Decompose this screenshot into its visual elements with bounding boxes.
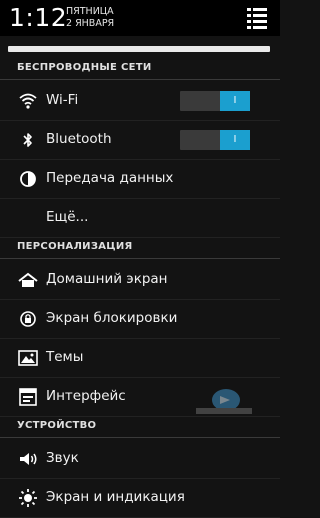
item-label: Передача данных	[46, 170, 174, 186]
lock-icon	[18, 309, 38, 329]
display-icon	[18, 488, 38, 508]
wifi-icon	[18, 91, 38, 111]
settings-item-sound[interactable]: Звук	[0, 440, 280, 479]
toggle-on-label: I	[233, 134, 237, 145]
quick-settings-icon[interactable]	[244, 5, 270, 31]
item-label: Ещё...	[46, 209, 89, 225]
item-label: Интерфейс	[46, 388, 126, 404]
data-usage-icon	[18, 169, 38, 189]
settings-item-lock-screen[interactable]: Экран блокировки	[0, 300, 280, 339]
date: 2 ЯНВАРЯ	[66, 18, 115, 29]
settings-item-wifi[interactable]: Wi-Fi I	[0, 82, 280, 121]
section-header-wireless: БЕСПРОВОДНЫЕ СЕТИ	[0, 59, 280, 80]
item-label: Домашний экран	[46, 271, 168, 287]
settings-item-display[interactable]: Экран и индикация	[0, 479, 280, 518]
section-title: УСТРОЙСТВО	[17, 420, 97, 431]
clock: 1:12	[9, 3, 68, 32]
section-title: ПЕРСОНАЛИЗАЦИЯ	[17, 241, 133, 252]
home-icon	[18, 270, 38, 290]
status-bar: 1:12 ПЯТНИЦА 2 ЯНВАРЯ	[0, 0, 280, 36]
item-label: Экран блокировки	[46, 310, 178, 326]
section-title: БЕСПРОВОДНЫЕ СЕТИ	[17, 62, 152, 73]
section-header-device: УСТРОЙСТВО	[0, 417, 280, 438]
section-header-personalization: ПЕРСОНАЛИЗАЦИЯ	[0, 238, 280, 259]
date-block: ПЯТНИЦА 2 ЯНВАРЯ	[66, 6, 114, 30]
interface-icon	[18, 387, 38, 407]
wifi-toggle[interactable]: I	[180, 91, 250, 111]
settings-item-themes[interactable]: Темы	[0, 339, 280, 378]
notification-handle[interactable]	[8, 46, 270, 52]
item-label: Wi-Fi	[46, 92, 79, 108]
item-label: Экран и индикация	[46, 489, 185, 505]
item-label: Bluetooth	[46, 131, 112, 147]
settings-item-bluetooth[interactable]: Bluetooth I	[0, 121, 280, 160]
day-of-week: ПЯТНИЦА	[66, 6, 114, 17]
sound-icon	[18, 449, 38, 469]
themes-icon	[18, 348, 38, 368]
watermark-logo	[196, 386, 252, 416]
toggle-on-label: I	[233, 95, 237, 106]
item-label: Темы	[46, 349, 84, 365]
item-label: Звук	[46, 450, 79, 466]
settings-item-more[interactable]: Ещё...	[0, 199, 280, 238]
settings-item-home-screen[interactable]: Домашний экран	[0, 261, 280, 300]
bluetooth-toggle[interactable]: I	[180, 130, 250, 150]
settings-item-data-usage[interactable]: Передача данных	[0, 160, 280, 199]
bluetooth-icon	[18, 130, 38, 150]
